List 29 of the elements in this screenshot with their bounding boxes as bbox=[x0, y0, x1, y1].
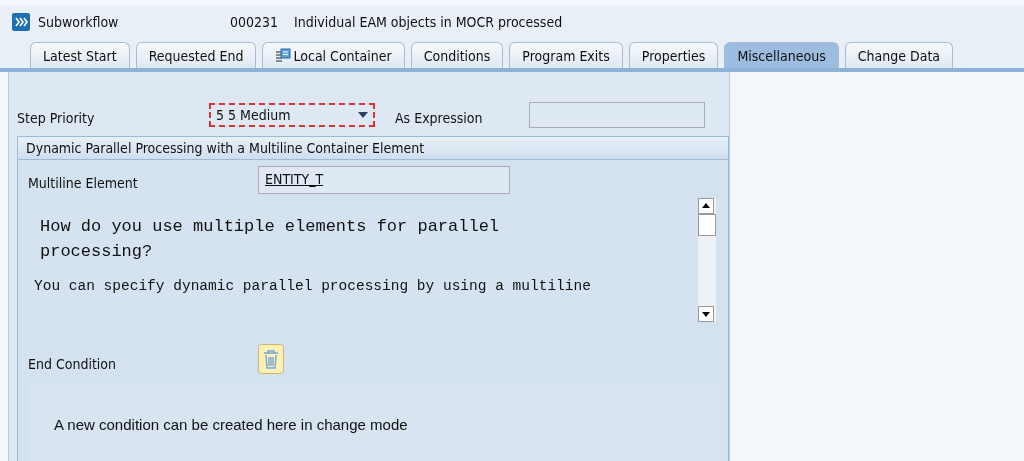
trash-icon[interactable] bbox=[258, 344, 284, 374]
dropdown-caret-icon bbox=[358, 112, 368, 118]
tab[interactable]: Latest Start bbox=[30, 42, 130, 68]
field-label: Multiline Element bbox=[28, 174, 139, 191]
field-label: End Condition bbox=[28, 355, 118, 372]
tab[interactable]: Miscellaneous bbox=[724, 42, 839, 68]
help-heading: How do you use multiple elements for parallel processing? bbox=[40, 216, 501, 263]
scroll-down-icon[interactable] bbox=[698, 306, 714, 322]
scroll-up-icon[interactable] bbox=[698, 198, 714, 214]
tab[interactable]: Properties bbox=[628, 42, 719, 68]
workflow-description: Individual EAM objects in MOCR processed bbox=[294, 14, 563, 30]
header-title: Subworkflow bbox=[38, 14, 120, 30]
scroll-thumb[interactable] bbox=[698, 214, 716, 236]
tab[interactable]: Requested End bbox=[135, 42, 257, 68]
multiline-element-field[interactable]: ENTITY_T bbox=[258, 166, 510, 194]
tab[interactable]: Change Data bbox=[844, 42, 954, 68]
field-label: As Expression bbox=[395, 109, 484, 126]
field-label: Step Priority bbox=[17, 109, 96, 126]
tab[interactable]: Program Exits bbox=[509, 42, 623, 68]
condition-message: A new condition can be created here in change mode bbox=[54, 415, 408, 433]
priority-dropdown[interactable]: 5 5 Medium bbox=[209, 103, 375, 127]
workflow-number: 000231 bbox=[230, 14, 279, 30]
workflow-icon bbox=[12, 13, 30, 31]
group-title: Dynamic Parallel Processing with a Multiline Container Element bbox=[18, 137, 728, 160]
expression-field[interactable] bbox=[529, 102, 705, 128]
tab[interactable]: Conditions bbox=[410, 42, 504, 68]
tab[interactable]: Local Container bbox=[262, 42, 405, 68]
help-paragraph: You can specify dynamic parallel processing by using a multiline bbox=[34, 278, 592, 294]
scrollbar[interactable] bbox=[698, 198, 716, 322]
